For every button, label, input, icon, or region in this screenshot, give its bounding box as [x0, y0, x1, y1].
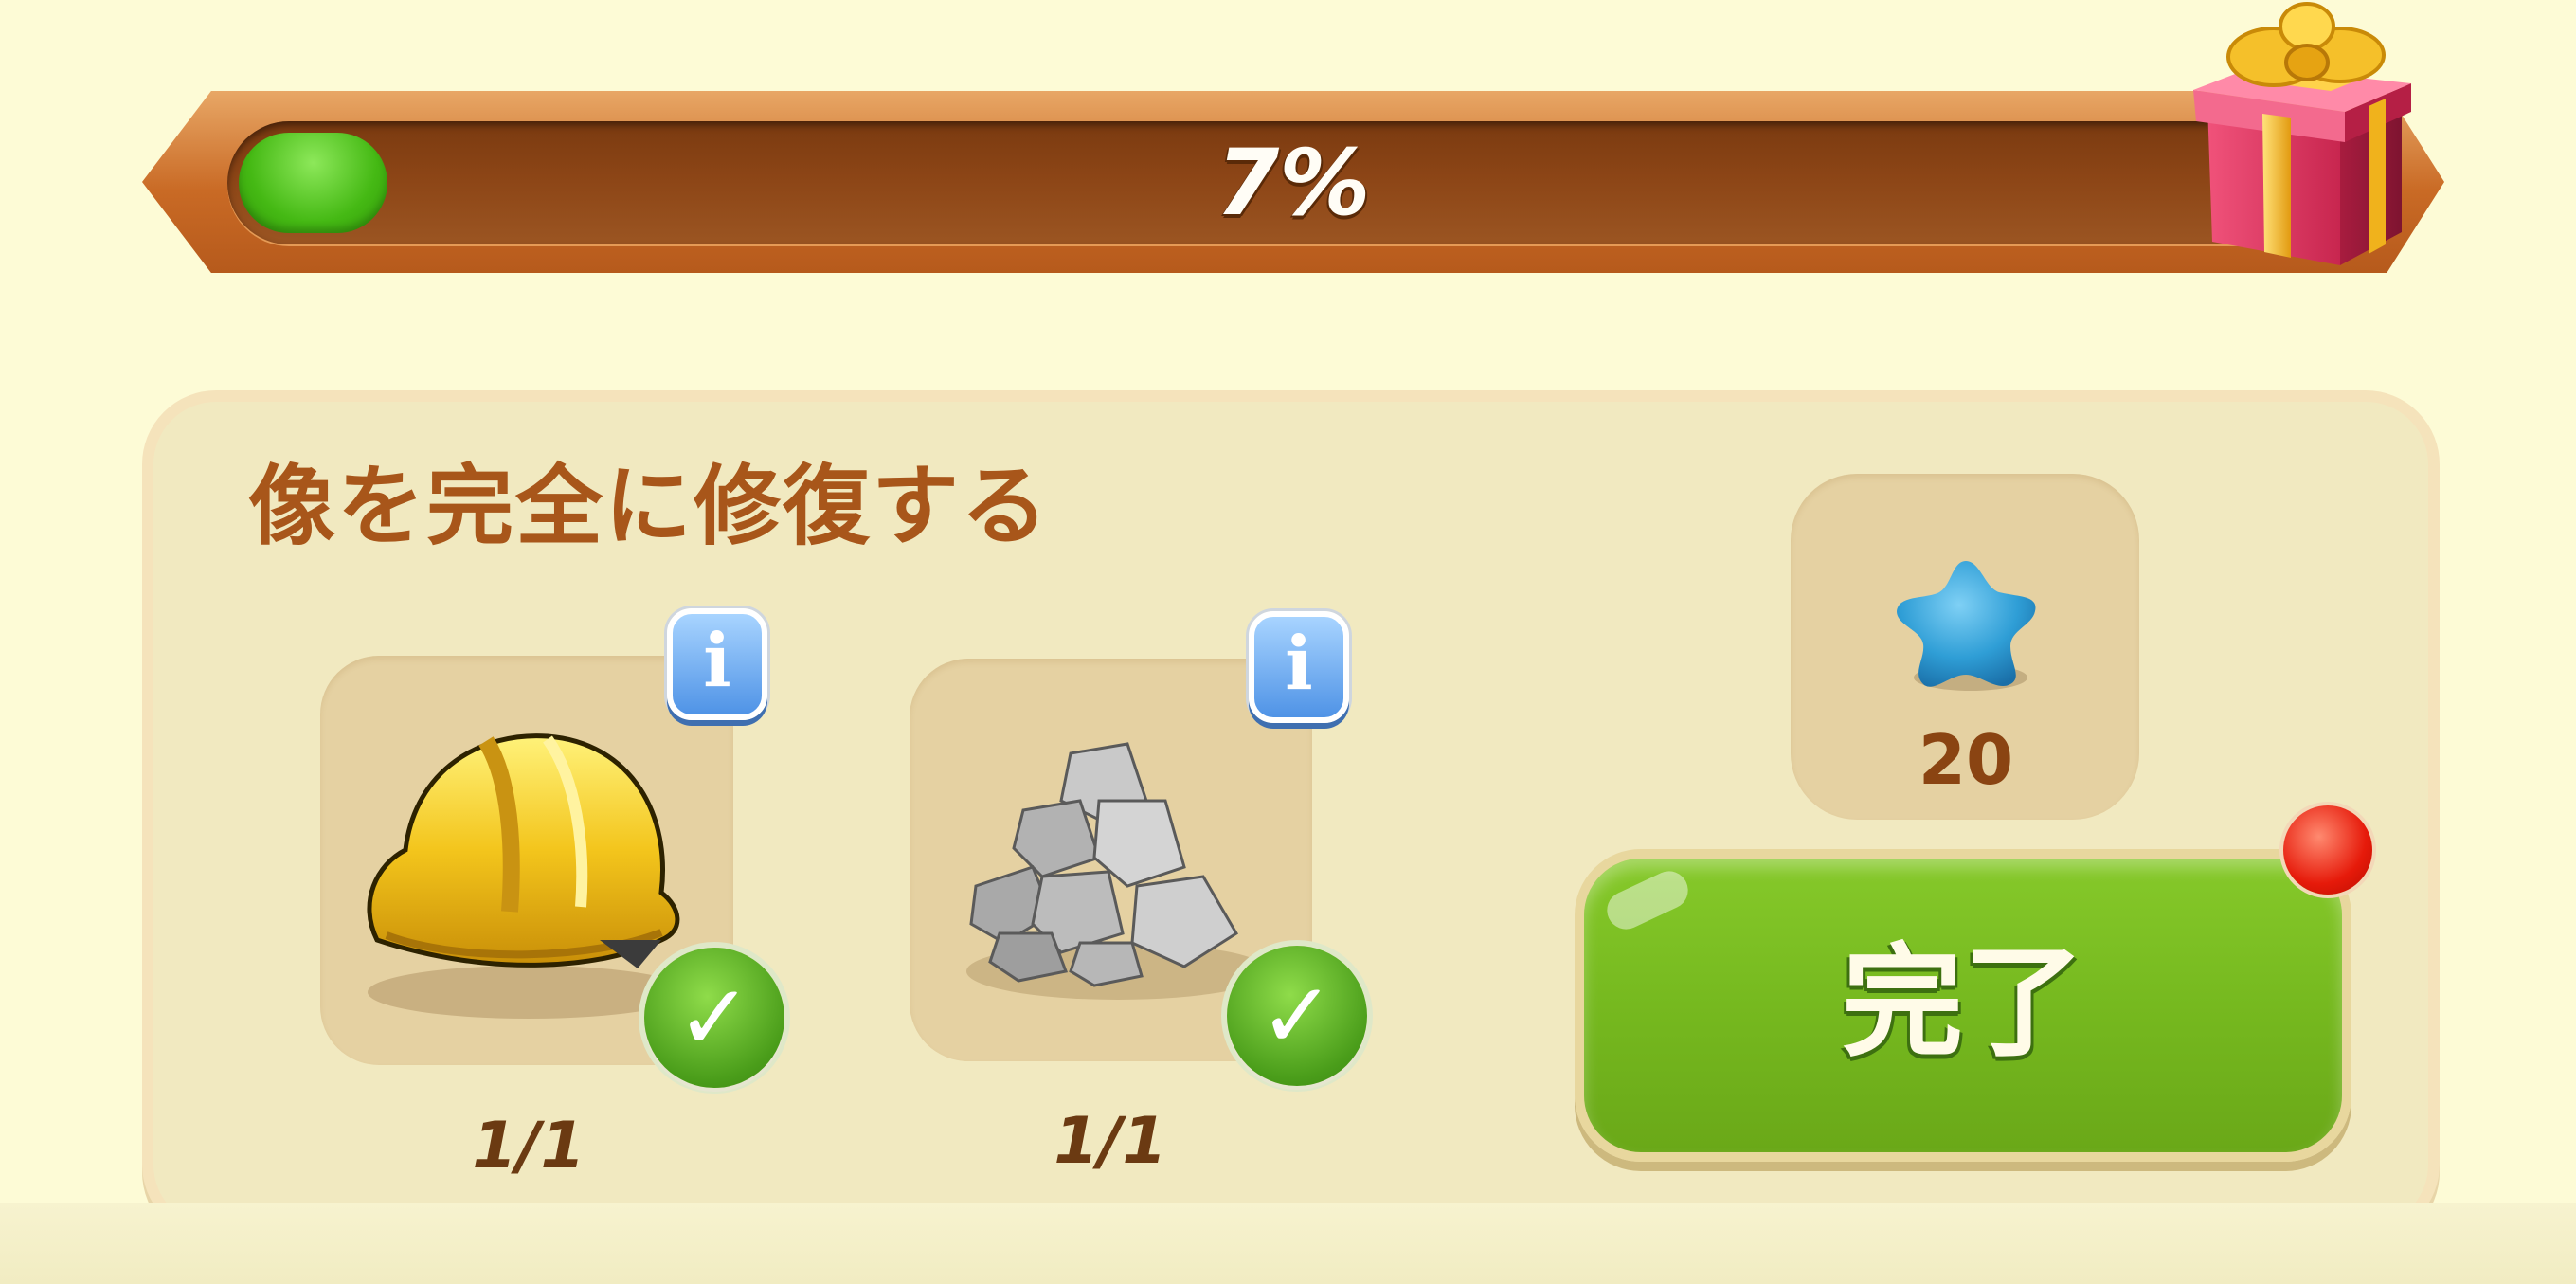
button-shine [1600, 864, 1695, 936]
progress-bar: 7% [142, 83, 2444, 282]
complete-button-label: 完了 [1841, 932, 2084, 1074]
item-count: 1/1 [472, 1109, 585, 1184]
item-info-button[interactable]: i [1249, 611, 1349, 723]
check-icon: ✓ [1227, 946, 1367, 1086]
reward-amount: 20 [1918, 720, 2014, 800]
check-icon: ✓ [644, 948, 784, 1088]
item-info-button[interactable]: i [667, 608, 767, 720]
gift-box-icon[interactable] [2189, 0, 2416, 275]
notification-dot [2283, 805, 2372, 895]
progress-percent: 7% [1216, 130, 1371, 236]
complete-button[interactable]: 完了 [1575, 849, 2351, 1162]
bottom-strip [0, 1203, 2576, 1284]
task-title: 像を完全に修復する [248, 456, 1051, 557]
item-count: 1/1 [1054, 1104, 1167, 1179]
